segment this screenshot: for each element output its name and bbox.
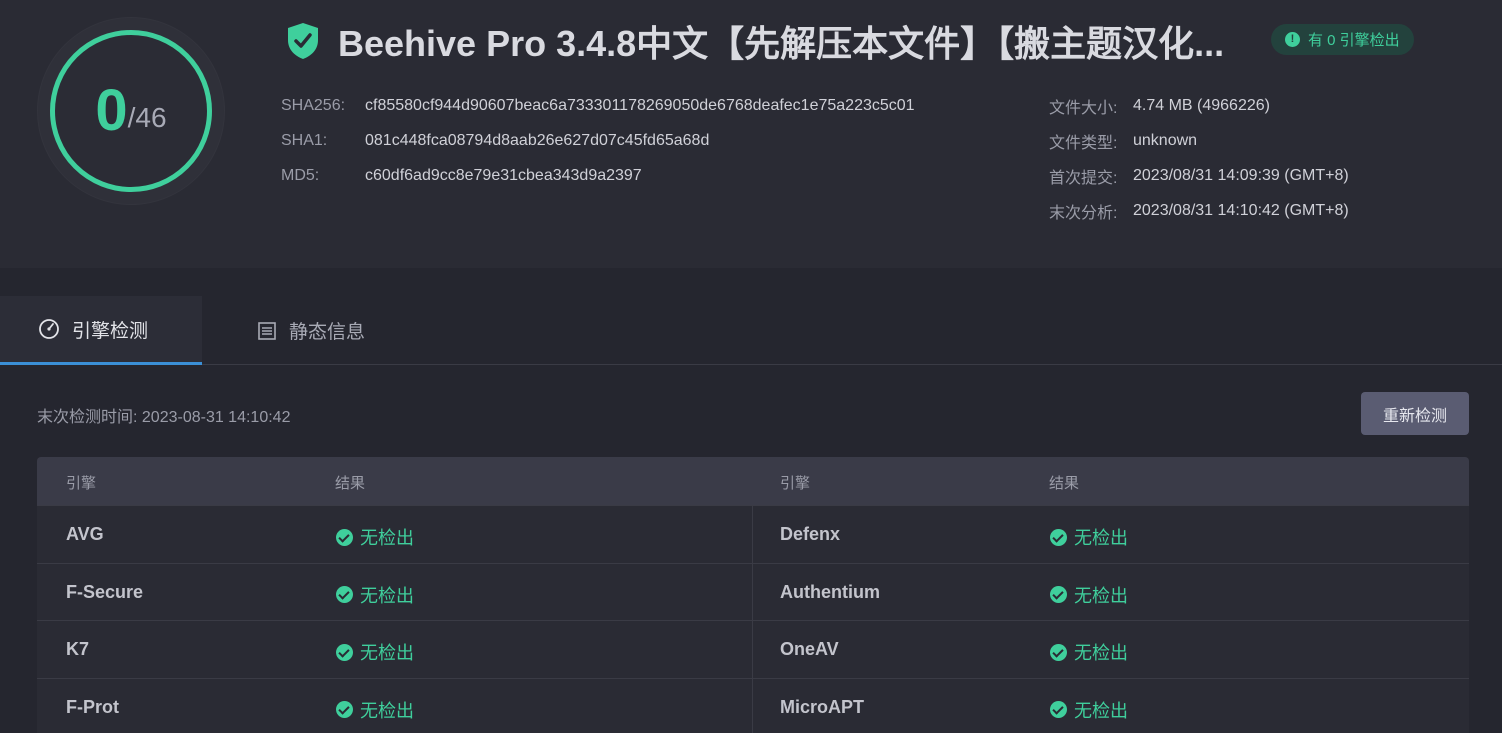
meta-label: 首次提交: <box>1049 170 1118 187</box>
engine-name: F-Secure <box>66 581 144 602</box>
check-circle-icon <box>336 528 353 546</box>
table-row: K7 无检出 OneAV 无检出 <box>37 620 1469 678</box>
detection-score-ring: 0 /46 <box>38 18 224 204</box>
result-text: 无检出 <box>1074 700 1128 721</box>
check-circle-icon <box>1050 528 1067 546</box>
engine-result: 无检出 <box>336 639 414 665</box>
check-circle-icon <box>336 586 353 603</box>
hash-row-sha1: SHA1: 081c448fca08794d8aab26e627d07c45fd… <box>281 129 709 153</box>
file-title: Beehive Pro 3.4.8中文【先解压本文件】【搬主题汉化... <box>338 23 1225 64</box>
engine-result: 无检出 <box>336 524 414 550</box>
tab-static-info[interactable]: 静态信息 <box>257 296 417 365</box>
meta-row-file-size: 文件大小: 4.74 MB (4966226) <box>1049 94 1270 118</box>
result-text: 无检出 <box>360 528 414 548</box>
meta-label: 文件大小: <box>1049 100 1118 117</box>
title-row: Beehive Pro 3.4.8中文【先解压本文件】【搬主题汉化... <box>286 18 1238 64</box>
check-circle-icon <box>336 701 353 718</box>
tab-label: 静态信息 <box>289 322 366 343</box>
engine-result: 无检出 <box>1050 524 1128 550</box>
hash-row-sha256: SHA256: cf85580cf944d90607beac6a73330117… <box>281 94 915 118</box>
result-text: 无检出 <box>360 585 414 606</box>
meta-row-last-analysis: 末次分析: 2023/08/31 14:10:42 (GMT+8) <box>1049 199 1349 223</box>
column-header-engine: 引擎 <box>780 475 811 492</box>
meta-row-file-type: 文件类型: unknown <box>1049 129 1197 153</box>
engine-result: 无检出 <box>1050 639 1128 665</box>
check-circle-icon <box>336 643 353 661</box>
engine-name: MicroAPT <box>780 696 865 717</box>
column-divider <box>752 621 753 678</box>
meta-label: 文件类型: <box>1049 135 1118 152</box>
column-header-engine: 引擎 <box>66 475 97 492</box>
result-text: 无检出 <box>360 643 414 663</box>
hash-value[interactable]: c60df6ad9cc8e79e31cbea343d9a2397 <box>365 167 642 185</box>
tab-bar: 引擎检测 静态信息 <box>0 296 1502 365</box>
column-header-result: 结果 <box>1049 475 1080 492</box>
shield-check-icon <box>288 23 318 59</box>
engine-name: Defenx <box>780 524 841 544</box>
meta-value: 2023/08/31 14:09:39 (GMT+8) <box>1133 167 1349 184</box>
hash-row-md5: MD5: c60df6ad9cc8e79e31cbea343d9a2397 <box>281 164 642 188</box>
hash-value[interactable]: cf85580cf944d90607beac6a733301178269050d… <box>365 97 915 115</box>
tab-engine-detection[interactable]: 引擎检测 <box>0 296 202 365</box>
engine-results-table: 引擎 结果 引擎 结果 AVG 无检出 Defenx 无检出 F-Secure … <box>37 457 1469 733</box>
score-detected: 0 <box>95 78 128 143</box>
result-text: 无检出 <box>1074 585 1128 606</box>
table-row: AVG 无检出 Defenx 无检出 <box>37 505 1469 563</box>
table-row: F-Prot 无检出 MicroAPT 无检出 <box>37 677 1469 733</box>
result-text: 无检出 <box>1074 528 1128 548</box>
column-divider <box>752 678 753 733</box>
last-scan-time: 末次检测时间: 2023-08-31 14:10:42 <box>37 409 291 426</box>
meta-label: 末次分析: <box>1049 205 1118 222</box>
hash-label: SHA256: <box>281 97 346 114</box>
check-circle-icon <box>1050 586 1067 603</box>
table-row: F-Secure 无检出 Authentium 无检出 <box>37 562 1469 620</box>
tab-label: 引擎检测 <box>72 320 149 342</box>
hash-label: SHA1: <box>281 132 328 149</box>
engine-name: K7 <box>66 639 90 659</box>
engine-result: 无检出 <box>336 582 414 608</box>
check-circle-icon <box>1050 701 1067 718</box>
verdict-badge: ! 有 0 引擎检出 <box>1271 24 1414 55</box>
verdict-text: 有 0 引擎检出 <box>1308 32 1400 49</box>
meta-value: 2023/08/31 14:10:42 (GMT+8) <box>1133 202 1349 219</box>
score-total: /46 <box>127 102 167 133</box>
column-divider <box>752 563 753 620</box>
table-header: 引擎 结果 引擎 结果 <box>37 457 1469 505</box>
engine-name: Authentium <box>780 581 880 602</box>
engine-name: F-Prot <box>66 696 119 717</box>
meta-value: unknown <box>1133 132 1198 149</box>
hash-value[interactable]: 081c448fca08794d8aab26e627d07c45fd65a68d <box>365 132 709 150</box>
file-summary-header: 0 /46 Beehive Pro 3.4.8中文【先解压本文件】【搬主题汉化.… <box>0 0 1502 268</box>
column-divider <box>752 506 753 563</box>
engine-result: 无检出 <box>1050 697 1128 723</box>
column-header-result: 结果 <box>335 475 366 492</box>
alert-icon: ! <box>1285 32 1300 47</box>
meta-row-first-submit: 首次提交: 2023/08/31 14:09:39 (GMT+8) <box>1049 164 1349 188</box>
result-text: 无检出 <box>360 700 414 721</box>
engine-name: OneAV <box>780 639 839 659</box>
result-text: 无检出 <box>1074 643 1128 663</box>
document-icon <box>258 321 276 340</box>
engine-name: AVG <box>66 524 104 544</box>
engine-result: 无检出 <box>1050 582 1128 608</box>
rescan-button[interactable]: 重新检测 <box>1361 392 1469 435</box>
gauge-icon <box>39 319 59 339</box>
hash-label: MD5: <box>281 167 320 184</box>
engine-result: 无检出 <box>336 697 414 723</box>
meta-value: 4.74 MB (4966226) <box>1133 97 1270 114</box>
score-circle: 0 /46 <box>50 30 212 192</box>
check-circle-icon <box>1050 643 1067 661</box>
